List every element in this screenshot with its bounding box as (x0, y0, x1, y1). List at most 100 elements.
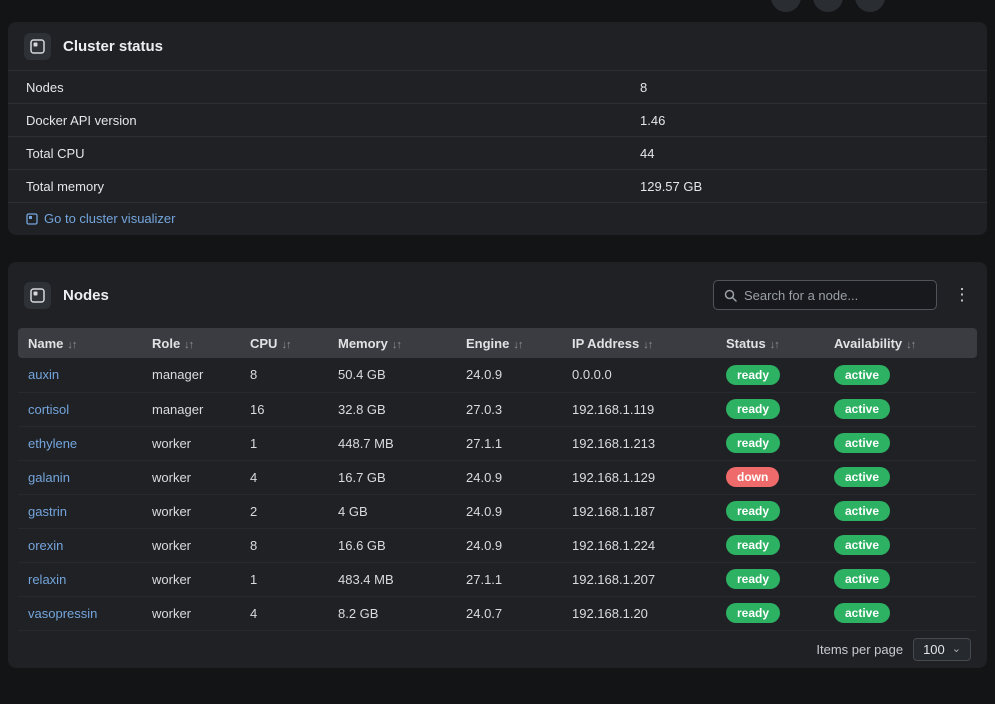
table-row: ethyleneworker1448.7 MB27.1.1192.168.1.2… (18, 426, 977, 460)
node-memory: 16.6 GB (328, 528, 456, 562)
table-row: cortisolmanager1632.8 GB27.0.3192.168.1.… (18, 392, 977, 426)
node-role: worker (142, 596, 240, 630)
column-header-status[interactable]: Status ↓↑ (716, 328, 824, 358)
node-ip: 192.168.1.207 (562, 562, 716, 596)
cluster-status-panel: Cluster status Nodes8Docker API version1… (8, 22, 987, 235)
sort-icon[interactable]: ↓↑ (906, 339, 915, 351)
column-label: Engine (466, 336, 509, 351)
sort-icon[interactable]: ↓↑ (643, 339, 652, 351)
node-availability-cell: active (824, 494, 977, 528)
node-ip: 192.168.1.187 (562, 494, 716, 528)
node-name-cell: relaxin (18, 562, 142, 596)
node-cpu: 1 (240, 562, 328, 596)
node-cpu: 16 (240, 392, 328, 426)
cluster-row-label: Nodes (26, 80, 640, 95)
node-name-link[interactable]: gastrin (28, 504, 67, 519)
topbar-icon[interactable] (813, 0, 843, 12)
node-engine: 27.1.1 (456, 562, 562, 596)
node-memory: 16.7 GB (328, 460, 456, 494)
cluster-row-value: 44 (640, 146, 654, 161)
column-header-ip-address[interactable]: IP Address↓↑ (562, 328, 716, 358)
node-ip: 0.0.0.0 (562, 358, 716, 392)
topbar-icon[interactable] (855, 0, 885, 12)
items-per-page-value: 100 (923, 642, 945, 657)
node-name-link[interactable]: vasopressin (28, 606, 97, 621)
column-label: CPU (250, 336, 277, 351)
topbar-icon[interactable] (771, 0, 801, 12)
node-name-link[interactable]: cortisol (28, 402, 69, 417)
sort-icon[interactable]: ↓↑ (184, 339, 193, 351)
cluster-status-rows: Nodes8Docker API version1.46Total CPU44T… (8, 70, 987, 202)
node-memory: 483.4 MB (328, 562, 456, 596)
search-icon (724, 289, 737, 302)
status-badge: ready (726, 399, 780, 419)
sort-icon[interactable]: ↓↑ (281, 339, 290, 351)
node-name-cell: vasopressin (18, 596, 142, 630)
node-cpu: 2 (240, 494, 328, 528)
status-badge: ready (726, 501, 780, 521)
node-availability-cell: active (824, 562, 977, 596)
sort-icon[interactable]: ↓↑ (770, 339, 779, 351)
table-row: gastrinworker24 GB24.0.9192.168.1.187rea… (18, 494, 977, 528)
node-ip: 192.168.1.129 (562, 460, 716, 494)
column-header-name[interactable]: Name ↓↑ (18, 328, 142, 358)
table-row: relaxin worker1483.4 MB27.1.1192.168.1.20… (18, 562, 977, 596)
status-badge: ready (726, 569, 780, 589)
column-header-engine[interactable]: Engine ↓↑ (456, 328, 562, 358)
node-ip: 192.168.1.20 (562, 596, 716, 630)
sort-icon[interactable]: ↓↑ (513, 339, 522, 351)
topbar-icons (771, 0, 885, 12)
nodes-title: Nodes (63, 287, 109, 304)
availability-badge: active (834, 501, 890, 521)
node-name-cell: gastrin (18, 494, 142, 528)
availability-badge: active (834, 433, 890, 453)
status-badge: ready (726, 535, 780, 555)
node-cpu: 8 (240, 358, 328, 392)
column-header-cpu[interactable]: CPU ↓↑ (240, 328, 328, 358)
node-status-cell: ready (716, 562, 824, 596)
status-badge: down (726, 467, 779, 487)
node-role: worker (142, 460, 240, 494)
column-label: Name (28, 336, 63, 351)
column-label: Role (152, 336, 180, 351)
node-role: worker (142, 562, 240, 596)
node-role: manager (142, 392, 240, 426)
node-status-cell: ready (716, 596, 824, 630)
node-name-cell: galanin (18, 460, 142, 494)
cluster-status-header: Cluster status (8, 22, 987, 70)
node-name-link[interactable]: orexin (28, 538, 63, 553)
column-label: Availability (834, 336, 902, 351)
nodes-widget-icon (24, 282, 51, 309)
node-search-input[interactable] (744, 288, 926, 303)
cluster-row-value: 129.57 GB (640, 179, 702, 194)
cluster-status-row: Docker API version1.46 (8, 103, 987, 136)
node-availability-cell: active (824, 392, 977, 426)
node-role: manager (142, 358, 240, 392)
node-ip: 192.168.1.224 (562, 528, 716, 562)
column-label: Status (726, 336, 766, 351)
nodes-header: Nodes ⋮ (8, 262, 987, 328)
node-name-link[interactable]: ethylene (28, 436, 77, 451)
column-header-memory[interactable]: Memory↓↑ (328, 328, 456, 358)
node-name-link[interactable]: auxin (28, 367, 59, 382)
status-badge: ready (726, 433, 780, 453)
availability-badge: active (834, 365, 890, 385)
column-header-availability[interactable]: Availability ↓↑ (824, 328, 977, 358)
cluster-status-row: Total memory129.57 GB (8, 169, 987, 202)
node-name-link[interactable]: galanin (28, 470, 70, 485)
items-per-page-select[interactable]: 100 ⌄ (913, 638, 971, 661)
node-engine: 27.0.3 (456, 392, 562, 426)
table-row: galaninworker416.7 GB24.0.9192.168.1.129… (18, 460, 977, 494)
cluster-status-widget-icon (24, 33, 51, 60)
table-row: auxinmanager850.4 GB24.0.90.0.0.0readyac… (18, 358, 977, 392)
column-header-role[interactable]: Role ↓↑ (142, 328, 240, 358)
kebab-menu-icon[interactable]: ⋮ (949, 280, 975, 310)
sort-icon[interactable]: ↓↑ (392, 339, 401, 351)
cluster-row-label: Docker API version (26, 113, 640, 128)
cluster-status-row: Nodes8 (8, 70, 987, 103)
cluster-row-value: 8 (640, 80, 647, 95)
sort-icon[interactable]: ↓↑ (67, 339, 76, 351)
node-name-link[interactable]: relaxin (28, 572, 66, 587)
node-memory: 4 GB (328, 494, 456, 528)
cluster-visualizer-link[interactable]: Go to cluster visualizer (26, 211, 176, 226)
